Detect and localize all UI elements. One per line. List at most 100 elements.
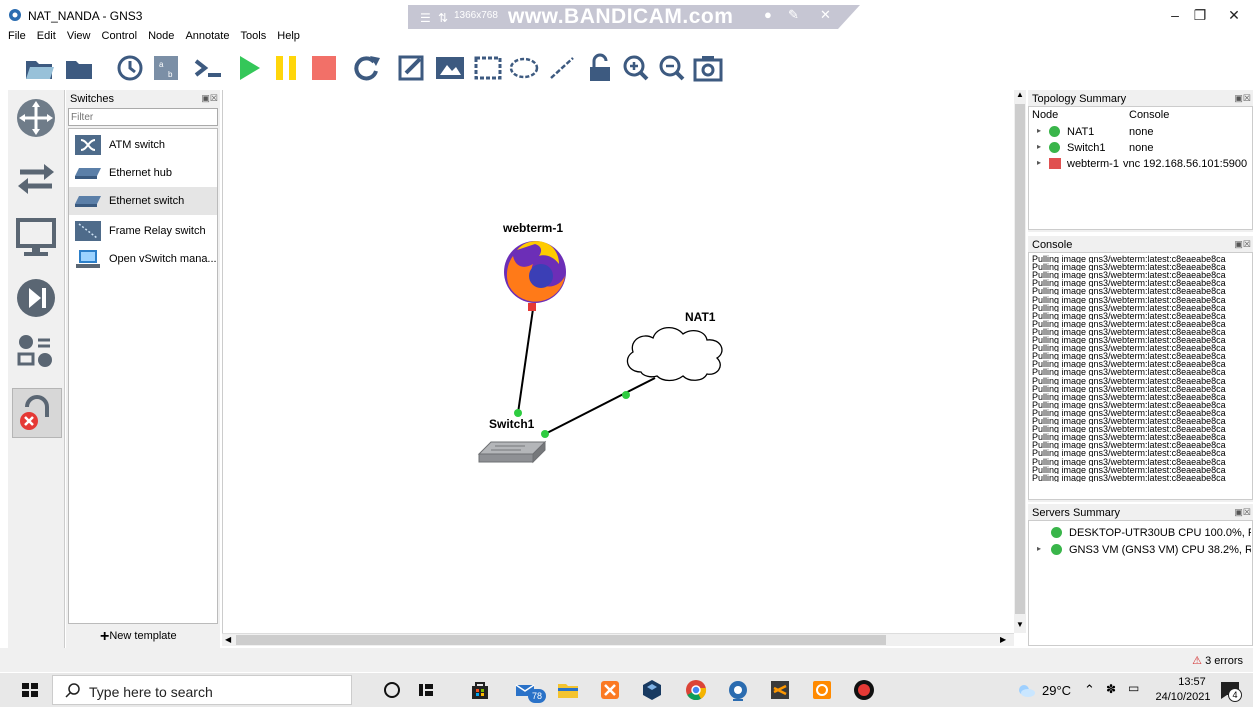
all-devices-icon[interactable] — [14, 330, 58, 374]
task-view-icon[interactable] — [414, 678, 438, 702]
virtualbox-icon[interactable] — [640, 678, 664, 702]
topology-canvas[interactable]: webterm-1 NAT1 Switch1 — [222, 90, 1014, 633]
dock-float-close-icons[interactable]: ▣☒ — [1234, 93, 1251, 104]
link-webterm-switch[interactable] — [517, 308, 534, 414]
insert-picture-icon[interactable] — [434, 53, 466, 83]
add-link-button[interactable] — [12, 388, 62, 438]
node-label-nat1[interactable]: NAT1 — [685, 310, 715, 324]
server-text: DESKTOP-UTR30UB CPU 100.0%, RA... — [1069, 527, 1251, 539]
xampp-icon[interactable] — [598, 678, 622, 702]
menu-edit[interactable]: Edit — [37, 30, 56, 42]
end-devices-icon[interactable] — [14, 216, 58, 260]
expand-arrow-icon[interactable]: ▸ — [1037, 142, 1041, 151]
gns3-taskbar-icon[interactable] — [726, 678, 750, 702]
table-row[interactable]: ▸ webterm-1 vnc 192.168.56.101:5900 — [1035, 158, 1251, 172]
cortana-icon[interactable] — [380, 678, 404, 702]
clock-date[interactable]: 24/10/2021 — [1150, 691, 1216, 703]
lock-icon[interactable] — [584, 53, 616, 83]
list-item-ethernet-switch[interactable]: Ethernet switch — [69, 187, 217, 215]
console-output[interactable]: Pulling image gns3/webterm:latest:c8eaea… — [1028, 252, 1253, 500]
canvas-horizontal-scrollbar[interactable]: ◀ ▶ — [222, 633, 1014, 646]
link-switch-nat[interactable] — [544, 377, 656, 435]
scroll-thumb[interactable] — [236, 635, 886, 645]
node-label-switch1[interactable]: Switch1 — [489, 417, 534, 431]
weather-temperature[interactable]: 29°C — [1042, 683, 1071, 698]
switches-icon[interactable] — [14, 156, 58, 200]
new-template-button[interactable]: +New template — [100, 628, 177, 646]
canvas-vertical-scrollbar[interactable]: ▲ ▼ — [1014, 90, 1026, 633]
scroll-left-icon[interactable]: ◀ — [225, 635, 231, 644]
column-header-console[interactable]: Console — [1129, 109, 1169, 121]
bandicam-record-icon[interactable] — [852, 678, 876, 702]
dock-float-close-icons[interactable]: ▣☒ — [1234, 507, 1251, 518]
scroll-thumb[interactable] — [1015, 104, 1025, 614]
dock-float-close-icons[interactable]: ▣☒ — [201, 93, 218, 104]
list-item[interactable]: DESKTOP-UTR30UB CPU 100.0%, RA... — [1035, 526, 1251, 542]
scroll-down-icon[interactable]: ▼ — [1016, 620, 1024, 629]
table-row[interactable]: ▸ NAT1 none — [1035, 126, 1251, 140]
network-icon[interactable]: ✽ — [1106, 682, 1116, 696]
zoom-in-icon[interactable] — [620, 53, 652, 83]
routers-icon[interactable] — [14, 96, 58, 140]
node-nat1[interactable] — [626, 327, 723, 382]
windows-start-icon[interactable] — [18, 678, 42, 702]
node-webterm-1[interactable] — [504, 241, 566, 303]
expand-arrow-icon[interactable]: ▸ — [1037, 158, 1041, 167]
menu-node[interactable]: Node — [148, 30, 174, 42]
store-icon[interactable] — [468, 678, 492, 702]
start-all-icon[interactable] — [232, 53, 264, 83]
menu-control[interactable]: Control — [102, 30, 137, 42]
list-item[interactable]: ▸ GNS3 VM (GNS3 VM) CPU 38.2%, R... — [1035, 543, 1251, 559]
topology-summary-table: Node Console ▸ NAT1 none ▸ Switch1 none … — [1028, 106, 1253, 230]
list-item-ethernet-hub[interactable]: Ethernet hub — [69, 159, 217, 187]
draw-line-icon[interactable] — [546, 53, 578, 83]
menu-view[interactable]: View — [67, 30, 91, 42]
filter-input[interactable] — [68, 108, 218, 126]
node-label-webterm[interactable]: webterm-1 — [503, 221, 563, 235]
list-item-open-vswitch[interactable]: Open vSwitch mana... — [69, 245, 217, 273]
menu-help[interactable]: Help — [277, 30, 300, 42]
show-interface-labels-icon[interactable]: ab — [150, 53, 182, 83]
show-hidden-icons-icon[interactable]: ⌃ — [1084, 682, 1095, 698]
clock-time[interactable]: 13:57 — [1162, 676, 1222, 688]
menu-annotate[interactable]: Annotate — [185, 30, 229, 42]
zoom-out-icon[interactable] — [656, 53, 688, 83]
taskbar-search-box[interactable]: Type here to search — [52, 675, 352, 705]
banner-close-icon[interactable]: ✕ — [820, 7, 831, 23]
menu-bar: File Edit View Control Node Annotate Too… — [0, 30, 1253, 46]
weather-icon[interactable] — [1014, 678, 1038, 702]
dock-float-close-icons[interactable]: ▣☒ — [1234, 239, 1251, 250]
security-devices-icon[interactable] — [14, 276, 58, 320]
sublime-icon[interactable] — [768, 678, 792, 702]
camera-icon[interactable]: ● — [764, 7, 772, 22]
reload-all-icon[interactable] — [350, 53, 382, 83]
pause-all-icon[interactable] — [270, 53, 302, 83]
list-item-atm-switch[interactable]: ATM switch — [69, 131, 217, 159]
pen-icon[interactable]: ✎ — [788, 7, 799, 23]
snapshot-clock-icon[interactable] — [114, 53, 146, 83]
battery-icon[interactable]: ▭ — [1128, 681, 1139, 695]
menu-tools[interactable]: Tools — [241, 30, 267, 42]
file-explorer-icon[interactable] — [556, 678, 580, 702]
scroll-up-icon[interactable]: ▲ — [1016, 90, 1024, 99]
list-item-frame-relay-switch[interactable]: Frame Relay switch — [69, 217, 217, 245]
scroll-right-icon[interactable]: ▶ — [1000, 635, 1006, 644]
expand-arrow-icon[interactable]: ▸ — [1037, 126, 1041, 135]
menu-file[interactable]: File — [8, 30, 26, 42]
terminal-app-icon[interactable] — [810, 678, 834, 702]
console-all-icon[interactable] — [192, 53, 224, 83]
screenshot-icon[interactable] — [692, 53, 724, 83]
add-note-icon[interactable] — [396, 53, 428, 83]
open-project-icon[interactable] — [24, 53, 56, 83]
draw-rectangle-icon[interactable] — [472, 53, 504, 83]
chrome-icon[interactable] — [684, 678, 708, 702]
column-header-node[interactable]: Node — [1032, 109, 1058, 121]
node-switch1[interactable] — [477, 440, 547, 464]
close-button[interactable]: ✕ — [1214, 4, 1253, 26]
expand-arrow-icon[interactable]: ▸ — [1037, 544, 1041, 553]
stop-all-icon[interactable] — [308, 53, 340, 83]
open-folder-icon[interactable] — [64, 53, 96, 83]
errors-indicator[interactable]: ⚠ 3 errors — [1192, 654, 1243, 667]
table-row[interactable]: ▸ Switch1 none — [1035, 142, 1251, 156]
draw-ellipse-icon[interactable] — [508, 53, 540, 83]
